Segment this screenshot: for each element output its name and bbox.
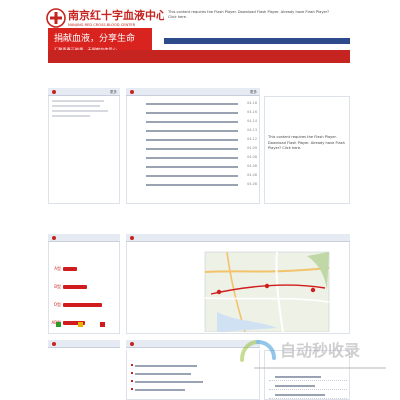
news-title-text[interactable] (146, 147, 238, 150)
list-item-text[interactable] (135, 381, 203, 383)
news-date: 04-18 (247, 100, 257, 105)
list-item-text[interactable] (135, 365, 197, 367)
list-item[interactable] (269, 391, 347, 399)
right-flash-notice[interactable]: This content requires the Flash Player. … (268, 135, 348, 152)
news-title-text[interactable] (146, 165, 238, 168)
news-row[interactable]: 04-14 (127, 117, 261, 126)
news-date: 04-08 (247, 172, 257, 177)
bullet-icon (131, 372, 133, 374)
svg-text:NANJING RED CROSS BLOOD CENTER: NANJING RED CROSS BLOOD CENTER (68, 23, 136, 27)
nav-top-strip (164, 38, 350, 44)
news-date: 04-09 (247, 145, 257, 150)
news-row[interactable]: 04-16 (127, 108, 261, 117)
news-date: 04-08 (247, 163, 257, 168)
hotline-header (48, 340, 120, 348)
stock-level-bar (63, 303, 102, 307)
svg-text:捐献血液，分享生命: 捐献血液，分享生命 (54, 32, 135, 44)
news-row[interactable]: 04-13 (127, 126, 261, 135)
news-title-text[interactable] (146, 129, 238, 132)
news-title-text[interactable] (146, 138, 238, 141)
news-row[interactable]: 04-08 (127, 171, 261, 180)
news-list: 04-18 04-16 04-14 04-13 04-12 04-09 04-0… (126, 96, 260, 204)
news-date: 04-14 (247, 118, 257, 123)
news-row[interactable]: 04-08 (127, 153, 261, 162)
news-date: 04-13 (247, 127, 257, 132)
news-more-link[interactable]: 更多 (250, 89, 257, 95)
news-row[interactable]: 04-09 (127, 144, 261, 153)
stock-level-bar (63, 285, 88, 289)
list-item-text[interactable] (275, 394, 325, 396)
list-item-text[interactable] (275, 385, 315, 387)
blood-type-label: B型 (54, 284, 61, 289)
list-item[interactable] (269, 382, 347, 390)
bullet-icon (130, 236, 134, 240)
stock-level-bar (63, 267, 77, 271)
news-title-text[interactable] (146, 102, 238, 105)
bullet-icon (52, 90, 56, 94)
bullet-icon (52, 236, 56, 240)
news-date: 04-12 (247, 136, 257, 141)
legend-swatch-normal (56, 322, 61, 327)
stock-header (48, 234, 120, 242)
blood-type-label: O型 (53, 302, 61, 307)
stock-legend (48, 320, 120, 330)
stock-row: B型 (49, 284, 119, 290)
watermark: 自动秒收录 (238, 336, 390, 382)
news-date: 04-08 (247, 181, 257, 186)
bullet-icon (131, 364, 133, 366)
news-title-text[interactable] (146, 111, 238, 114)
list-item-text[interactable] (135, 389, 185, 391)
map-canvas[interactable] (127, 242, 349, 333)
bullet-icon (131, 388, 133, 390)
notices-header: 更多 (48, 88, 120, 96)
news-row[interactable]: 04-18 (127, 99, 261, 108)
news-date: 04-16 (247, 109, 257, 114)
map-header (126, 234, 350, 242)
news-title-text[interactable] (146, 156, 238, 159)
list-item-text[interactable] (135, 373, 191, 375)
notices-faded-text (52, 100, 108, 117)
notices-more-link[interactable]: 更多 (110, 89, 117, 95)
news-row[interactable]: 04-08 (127, 180, 261, 189)
legend-swatch-low (78, 322, 83, 327)
stock-row: O型 (49, 302, 119, 308)
news-title-text[interactable] (146, 120, 238, 123)
svg-text:自动秒收录: 自动秒收录 (280, 341, 360, 360)
watermark-tagline (254, 367, 386, 369)
notices-scroll-area (48, 96, 120, 204)
blood-type-label: A型 (54, 266, 61, 271)
hotline-panel (48, 350, 120, 400)
right-flash-placeholder: This content requires the Flash Player. … (264, 96, 350, 204)
blood-station-map[interactable] (126, 242, 350, 334)
news-header: 更多 (126, 88, 260, 96)
list-item[interactable] (131, 386, 257, 393)
flash-player-notice[interactable]: This content requires the Flash Player. … (168, 10, 338, 20)
legend-swatch-urgent (100, 322, 105, 327)
main-nav (48, 50, 350, 63)
bullet-icon (130, 90, 134, 94)
news-row[interactable]: 04-08 (127, 162, 261, 171)
bullet-icon (52, 342, 56, 346)
bullet-icon (130, 342, 134, 346)
news-title-text[interactable] (146, 174, 238, 177)
svg-text:南京红十字血液中心: 南京红十字血液中心 (68, 8, 164, 22)
watermark-logo-icon (240, 340, 276, 362)
stock-row: A型 (49, 266, 119, 272)
news-row[interactable]: 04-12 (127, 135, 261, 144)
news-title-text[interactable] (146, 183, 238, 186)
news-date: 04-08 (247, 154, 257, 159)
bullet-icon (131, 380, 133, 382)
watermark-title: 自动秒收录 (280, 341, 360, 360)
